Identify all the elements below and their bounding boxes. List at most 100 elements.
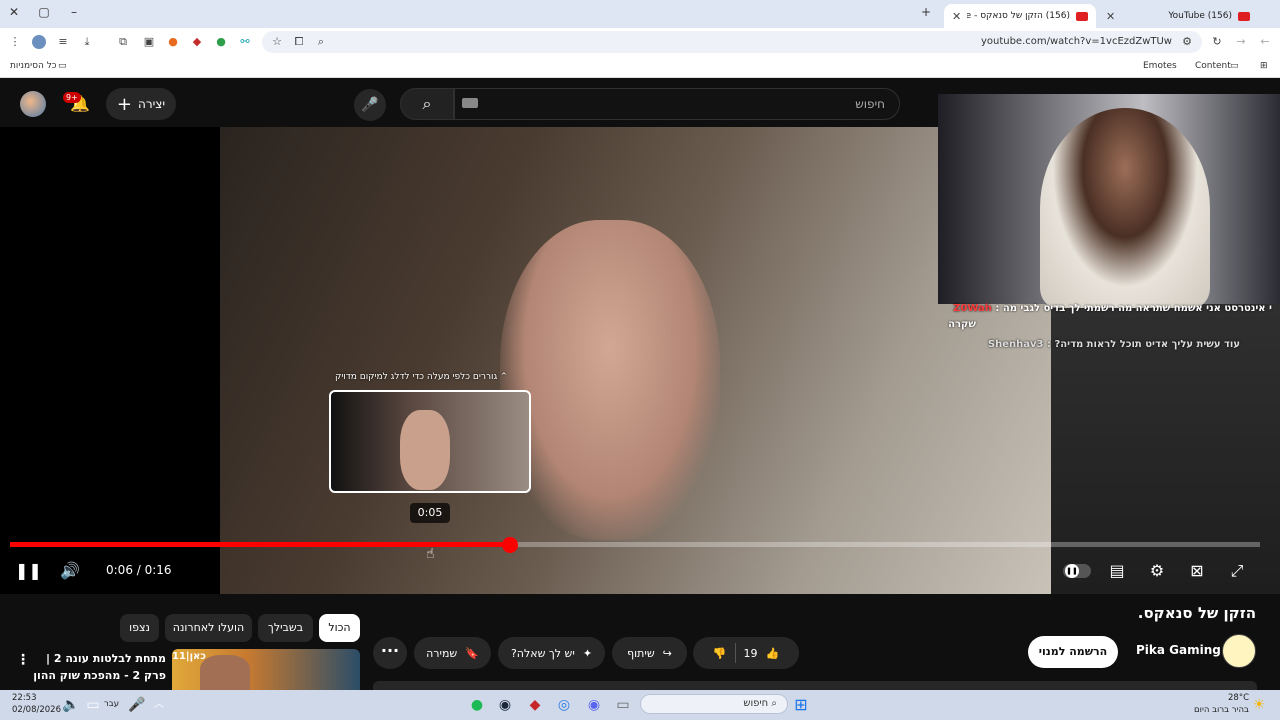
chat-line: עוד עשית עליך אדיט תוכל לראות מדיה? : Sh… xyxy=(987,339,1240,350)
like-count[interactable]: 19 xyxy=(744,647,758,660)
clock-date[interactable]: 02/08/2026 xyxy=(12,705,61,715)
bookmark-content[interactable]: Content xyxy=(1195,61,1231,71)
chat-user: Z0Wah xyxy=(953,303,992,314)
menu-kebab-icon[interactable]: ⋮ xyxy=(8,35,22,49)
volume-icon[interactable]: 🔊 xyxy=(58,560,82,582)
minimize-window-icon[interactable]: – xyxy=(64,5,84,19)
share-label: שיתוף xyxy=(627,646,655,660)
keyboard-icon[interactable] xyxy=(462,98,478,108)
search-input[interactable]: חיפוש xyxy=(454,88,900,120)
ask-label: יש לך שאלה? xyxy=(510,646,575,660)
folder-icon: ▭ xyxy=(58,61,67,71)
mic-tray-icon[interactable]: 🎤 xyxy=(128,697,146,713)
channel-name[interactable]: Pika Gaming xyxy=(1136,643,1221,657)
spotify-app-icon[interactable]: ● xyxy=(468,697,486,713)
reading-list-icon[interactable]: ≡ xyxy=(56,35,70,49)
fullscreen-icon[interactable]: ⤢ xyxy=(1225,560,1249,582)
extension-icon[interactable]: ◆ xyxy=(190,35,204,49)
plus-icon: + xyxy=(116,93,132,115)
recommendation-menu-icon[interactable]: ⋮ xyxy=(16,652,30,668)
chip-all[interactable]: הכול xyxy=(319,614,360,642)
chat-text: י אינטרסט אני אשמח שתראה מה רשמתי לך בדי… xyxy=(995,303,1272,314)
back-icon[interactable]: ← xyxy=(1258,35,1272,49)
save-button[interactable]: 🔖 שמירה xyxy=(414,637,491,669)
apps-grid-icon[interactable]: ⊞ xyxy=(1260,61,1268,71)
share-button[interactable]: ↪ שיתוף xyxy=(612,637,687,669)
sparkle-icon: ✦ xyxy=(582,646,593,660)
bookmark-emotes[interactable]: Emotes xyxy=(1143,61,1177,71)
pause-icon[interactable]: ❚❚ xyxy=(15,560,42,582)
taskbar-search-label: חיפוש xyxy=(743,698,769,709)
seek-preview-time: 0:05 xyxy=(410,503,450,523)
channel-avatar[interactable] xyxy=(1222,634,1256,668)
chat-user: Shenhav3 xyxy=(987,339,1044,350)
account-avatar[interactable] xyxy=(20,91,46,117)
site-settings-icon[interactable]: ⚙ xyxy=(1180,35,1194,49)
volume-tray-icon[interactable]: 🔈 xyxy=(62,697,80,713)
youtube-favicon-icon xyxy=(1238,11,1250,21)
extensions-icon[interactable]: ⧉ xyxy=(116,35,130,49)
ask-ai-button[interactable]: ✦ יש לך שאלה? xyxy=(498,637,605,669)
maximize-window-icon[interactable]: ▢ xyxy=(34,5,54,19)
subscribe-button[interactable]: הרשמה למנוי xyxy=(1028,636,1118,668)
bookmarks-bar: כל הסימניות ▭ Emotes Content ▭ ⊞ xyxy=(0,56,1280,78)
weather-text[interactable]: בהיר ברוב היום xyxy=(1194,705,1249,715)
progress-fill xyxy=(10,542,510,547)
recommendation-title[interactable]: מתחת לבלטות עונה 2 | פרק 2 - מהפכת שוק ה… xyxy=(30,650,166,684)
tab-video[interactable]: (156) הזקן של סנאקס - be ✕ xyxy=(944,4,1096,28)
thumbs-down-icon[interactable]: 👎 xyxy=(713,647,727,660)
reload-icon[interactable]: ↻ xyxy=(1210,35,1224,49)
browser-toolbar: ⋮ ≡ ⤓ ⧉ ▣ ● ◆ ● ⚯ ☆ ⧠ ⌕ youtube.com/watc… xyxy=(0,28,1280,56)
steam-app-icon[interactable]: ◉ xyxy=(496,697,514,713)
chip-watched[interactable]: נצפו xyxy=(120,614,159,642)
screen-capture-icon[interactable]: ⧠ xyxy=(292,35,306,49)
chip-recently-uploaded[interactable]: הועלו לאחרונה xyxy=(165,614,252,642)
windows-start-icon[interactable]: ⊞ xyxy=(792,697,810,713)
bookmark-star-icon[interactable]: ☆ xyxy=(270,35,284,49)
forward-icon[interactable]: → xyxy=(1234,35,1248,49)
taskbar-search[interactable]: ⌕ חיפוש xyxy=(640,694,788,714)
more-actions-icon[interactable]: ··· xyxy=(373,637,407,669)
zoom-icon[interactable]: ⌕ xyxy=(314,35,328,49)
theater-mode-icon[interactable]: ⊠ xyxy=(1185,560,1209,582)
extension-icon[interactable]: ● xyxy=(166,35,180,49)
all-bookmarks[interactable]: כל הסימניות xyxy=(10,61,57,71)
chip-for-you[interactable]: בשבילך xyxy=(258,614,313,642)
settings-gear-icon[interactable]: ⚙ xyxy=(1145,560,1169,582)
clock-time[interactable]: 22:53 xyxy=(12,693,37,703)
voice-search-mic-icon[interactable]: 🎤 xyxy=(354,89,386,121)
extension-icon[interactable]: ⚯ xyxy=(238,35,252,49)
profile-avatar[interactable] xyxy=(32,35,46,49)
video-content-hand xyxy=(500,220,720,540)
create-button[interactable]: יצירה + xyxy=(106,88,176,120)
extension-icon[interactable]: ▣ xyxy=(142,35,156,49)
search-icon: ⌕ xyxy=(422,94,432,113)
app-icon[interactable]: ◆ xyxy=(526,697,544,713)
seek-hint-text: ⌃ גוררים כלפי מעלה כדי לדלג למיקום מדויק xyxy=(335,372,508,382)
close-tab-icon[interactable]: ✕ xyxy=(1106,10,1115,23)
network-tray-icon[interactable]: ▭ xyxy=(84,697,102,713)
notifications-badge: 9+ xyxy=(63,92,81,103)
search-icon: ⌕ xyxy=(771,698,777,709)
weather-sun-icon[interactable]: ☀ xyxy=(1250,697,1268,713)
thumbnail-person xyxy=(200,655,250,690)
weather-temp[interactable]: 28°C xyxy=(1228,693,1249,703)
discord-app-icon[interactable]: ◉ xyxy=(585,697,603,713)
progress-scrubber-handle[interactable] xyxy=(502,537,518,553)
new-tab-button[interactable]: + xyxy=(916,5,936,19)
chrome-app-icon[interactable]: ◎ xyxy=(555,697,573,713)
close-tab-icon[interactable]: ✕ xyxy=(952,10,961,23)
file-explorer-icon[interactable]: ▭ xyxy=(614,697,632,713)
close-window-icon[interactable]: ✕ xyxy=(4,5,24,19)
address-bar[interactable]: ☆ ⧠ ⌕ youtube.com/watch?v=1vcEzdZwTUw ⚙ xyxy=(262,31,1202,53)
subtitles-icon[interactable]: ▤ xyxy=(1105,560,1129,582)
tray-overflow-chevron-icon[interactable]: ︿ xyxy=(150,697,168,713)
language-indicator[interactable]: עבר xyxy=(104,699,119,709)
search-button[interactable]: ⌕ xyxy=(400,88,454,120)
tab-youtube[interactable]: (156) YouTube ✕ xyxy=(1098,4,1258,28)
description-box[interactable] xyxy=(373,681,1257,690)
chat-text: עוד עשית עליך אדיט תוכל לראות מדיה? xyxy=(1054,339,1240,350)
download-icon[interactable]: ⤓ xyxy=(80,35,94,49)
thumbs-up-icon[interactable]: 👍 xyxy=(766,647,780,660)
extension-icon[interactable]: ● xyxy=(214,35,228,49)
